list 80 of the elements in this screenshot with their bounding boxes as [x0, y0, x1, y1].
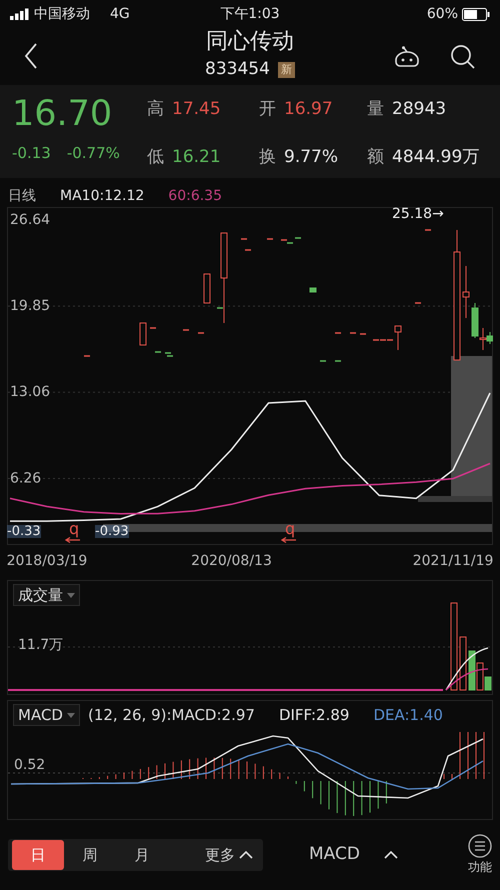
date-label: 2021/11/19 — [412, 552, 493, 569]
stock-code: 833454 — [205, 58, 270, 81]
candlestick — [241, 238, 247, 240]
macd-value: DIFF:2.89 — [278, 705, 350, 726]
chevron-up-icon — [239, 851, 253, 859]
stat-value: 16.97 — [284, 98, 333, 121]
ma-label: 60:6.35 — [168, 186, 222, 206]
battery-icon — [462, 8, 490, 20]
candlestick — [183, 329, 189, 331]
function-button[interactable]: 功能 — [468, 834, 492, 876]
current-price: 16.70 — [12, 95, 114, 134]
event-mark: q — [69, 521, 80, 537]
date-label: 2018/03/19 — [7, 552, 88, 569]
candlestick — [84, 355, 90, 357]
stock-name: 同心传动 — [206, 30, 294, 53]
candlestick — [245, 249, 251, 251]
caret-icon — [66, 712, 75, 718]
axis-label: 26.64 — [10, 212, 50, 228]
candlestick — [320, 360, 326, 362]
stat-label: 额 — [367, 146, 384, 168]
event-mark: q — [285, 521, 296, 537]
axis-label: 6.26 — [10, 470, 42, 486]
more-button[interactable]: 更多 — [199, 840, 259, 870]
chevron-up-icon — [384, 851, 398, 859]
candlestick — [394, 326, 402, 350]
low-price-label: -0.33 — [7, 525, 41, 538]
date-label: 2020/08/13 — [191, 552, 272, 569]
change-percent: -0.77% — [66, 142, 120, 164]
candlestick — [335, 332, 341, 334]
macd-params: (12, 26, 9):MACD:2.97 — [88, 705, 255, 726]
caret-icon — [67, 592, 75, 598]
stat-value: 28943 — [392, 98, 446, 121]
stat-label: 低 — [147, 146, 164, 168]
high-price-marker: 25.18→ — [392, 207, 444, 221]
period-tab[interactable]: 月 — [116, 840, 168, 870]
indicator-button[interactable]: MACD — [303, 840, 404, 870]
axis-label: 11.7万 — [18, 638, 64, 652]
network-type: 4G — [110, 4, 130, 24]
arrow-icon — [65, 537, 81, 543]
stat-label: 换 — [259, 146, 276, 168]
ma-label: MA10:12.12 — [60, 186, 144, 206]
period-label: 日线 — [8, 186, 36, 206]
indicator-dropdown[interactable]: MACD — [13, 704, 80, 726]
candlestick — [462, 266, 470, 318]
stat-label: 开 — [259, 98, 276, 121]
axis-label: 0.52 — [14, 758, 46, 772]
search-icon[interactable] — [450, 44, 476, 70]
candlestick — [335, 360, 341, 362]
back-icon[interactable] — [24, 43, 38, 69]
arrow-icon — [281, 537, 297, 543]
candlestick — [415, 302, 421, 304]
signal-icon — [10, 8, 30, 20]
indicator-dropdown[interactable]: 成交量 — [13, 584, 80, 606]
stat-value: 17.45 — [172, 98, 221, 121]
stat-value: 4844.99万 — [392, 146, 480, 168]
stat-label: 高 — [147, 98, 164, 121]
battery-percent: 60% — [426, 4, 458, 24]
stat-label: 量 — [367, 98, 384, 121]
macd-value: DEA:1.40 — [373, 705, 443, 726]
volume-bar — [460, 636, 466, 690]
carrier-name: 中国移动 — [34, 4, 90, 24]
stat-value: 9.77% — [284, 146, 338, 168]
axis-label: 13.06 — [10, 384, 50, 400]
candlestick — [150, 327, 156, 329]
price-change: -0.13 — [12, 142, 51, 164]
robot-icon[interactable] — [392, 46, 422, 70]
candlestick — [198, 332, 204, 334]
status-time: 下午1:03 — [219, 4, 281, 24]
period-tab[interactable]: 日 — [12, 840, 64, 870]
candlestick — [425, 229, 431, 231]
low-price-label: -0.93 — [95, 525, 129, 538]
stat-value: 16.21 — [172, 146, 221, 168]
menu-icon — [468, 834, 492, 858]
period-tab[interactable]: 周 — [64, 840, 116, 870]
axis-label: 19.85 — [10, 298, 50, 314]
candlestick — [140, 322, 146, 346]
candlestick — [310, 288, 316, 292]
candlestick — [204, 274, 210, 304]
candlestick — [267, 238, 273, 240]
new-badge: 新 — [278, 62, 295, 78]
